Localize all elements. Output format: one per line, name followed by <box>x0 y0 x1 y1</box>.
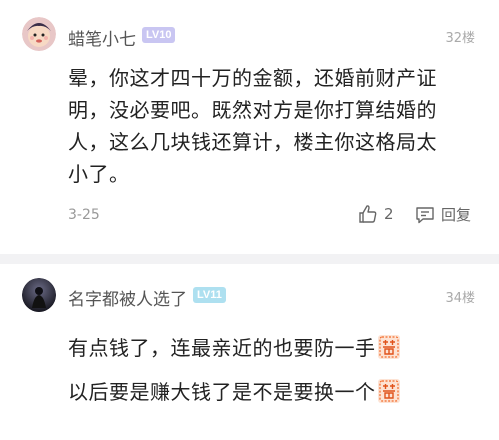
comment-line: 小了。 <box>68 162 130 186</box>
comment-text: 有点钱了，连最亲近的也要防一手 以后要是赚大钱了是不是要换一个 <box>68 326 478 414</box>
comment-post-34: 名字都被人选了 LV11 34楼 有点钱了，连最亲近的也要防一手 以后要是赚大钱… <box>0 264 499 440</box>
reply-label: 回复 <box>441 206 472 224</box>
zan-sticker-icon <box>377 379 400 403</box>
username[interactable]: 蜡笔小七 <box>68 25 136 50</box>
thumbs-up-icon <box>359 205 377 223</box>
avatar[interactable] <box>22 278 56 312</box>
avatar[interactable] <box>22 17 56 51</box>
comment-line: 以后要是赚大钱了是不是要换一个 <box>68 370 478 414</box>
reply-icon <box>416 206 434 223</box>
comment-line: 有点钱了，连最亲近的也要防一手 <box>68 326 478 370</box>
like-count: 2 <box>384 205 394 223</box>
comment-text: 晕，你这才四十万的金额，还婚前财产证 明，没必要吧。既然对方是你打算结婚的 人，… <box>68 62 478 190</box>
floor-number: 32楼 <box>445 31 475 46</box>
level-badge: LV11 <box>193 287 226 303</box>
comment-line: 人，这么几块钱还算计，楼主你这格局太 <box>68 130 437 154</box>
level-badge: LV10 <box>142 27 176 43</box>
comment-line-text: 以后要是赚大钱了是不是要换一个 <box>68 380 376 404</box>
comment-post-32: 蜡笔小七 LV10 32楼 晕，你这才四十万的金额，还婚前财产证 明，没必要吧。… <box>0 0 499 258</box>
comment-line: 明，没必要吧。既然对方是你打算结婚的 <box>68 98 437 122</box>
reply-button[interactable]: 回复 <box>415 204 471 225</box>
post-date: 3-25 <box>68 207 100 223</box>
username[interactable]: 名字都被人选了 <box>68 285 187 310</box>
comment-line-text: 有点钱了，连最亲近的也要防一手 <box>68 336 376 360</box>
like-button[interactable]: 2 <box>358 204 394 224</box>
post-divider <box>0 254 499 264</box>
comment-line: 晕，你这才四十万的金额，还婚前财产证 <box>68 66 437 90</box>
floor-number: 34楼 <box>445 291 475 306</box>
zan-sticker-icon <box>377 335 400 359</box>
